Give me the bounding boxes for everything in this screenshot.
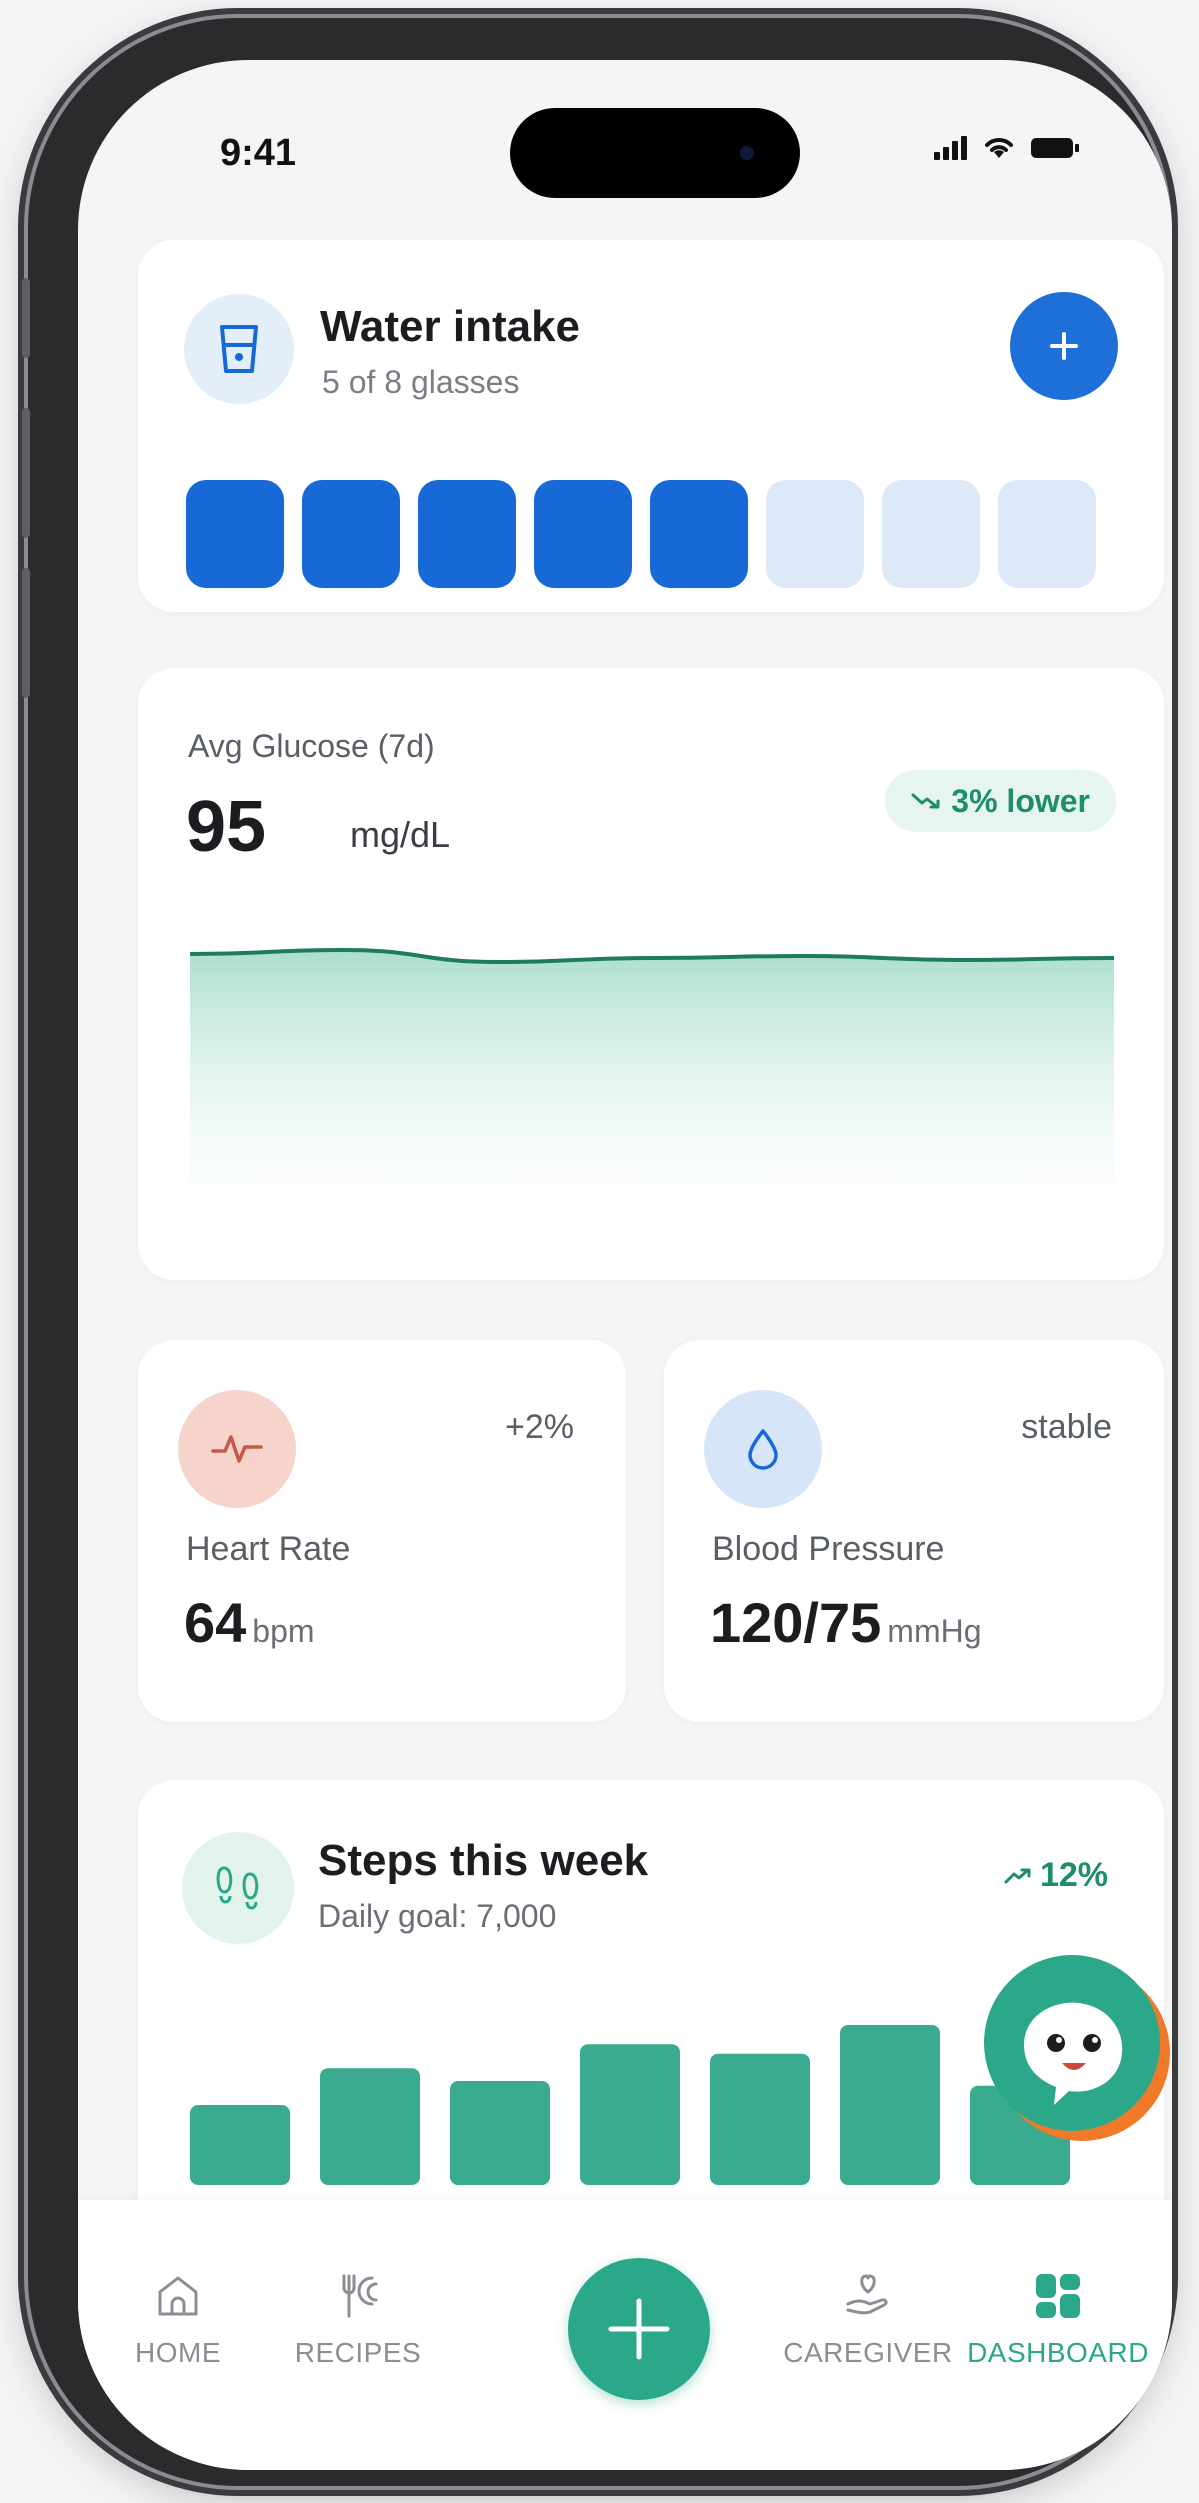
glass-filled[interactable] xyxy=(534,480,632,588)
glass-icon xyxy=(184,294,294,404)
add-entry-button[interactable] xyxy=(568,2258,710,2400)
drop-icon xyxy=(704,1390,822,1508)
screen: 9:41 Water intake 5 of 8 glasses Avg Glu… xyxy=(78,60,1172,2470)
heart-rate-card[interactable]: +2% Heart Rate 64 bpm xyxy=(138,1340,626,1722)
trend-down-icon xyxy=(911,793,940,809)
glasses-tracker xyxy=(186,480,1096,588)
steps-bar-thu xyxy=(580,2044,680,2185)
glass-empty[interactable] xyxy=(998,480,1096,588)
bottom-nav: HOME RECIPES CAREGIVER DASHBOARD xyxy=(78,2200,1172,2470)
blood-pressure-card[interactable]: stable Blood Pressure 120/75 mmHg xyxy=(664,1340,1164,1722)
water-title: Water intake xyxy=(320,302,581,351)
steps-bar-tue xyxy=(320,2068,420,2185)
glucose-label: Avg Glucose (7d) xyxy=(188,728,435,764)
glucose-value: 95 xyxy=(186,787,267,867)
add-water-button[interactable] xyxy=(1010,292,1118,400)
battery-icon xyxy=(1031,138,1079,158)
status-time: 9:41 xyxy=(220,132,297,174)
blood-pressure-label: Blood Pressure xyxy=(712,1530,945,1568)
mute-switch xyxy=(22,278,30,358)
nav-caregiver-label: CAREGIVER xyxy=(783,2337,953,2368)
steps-bar-fri xyxy=(710,2053,810,2185)
glucose-trend-badge: 3% lower xyxy=(885,770,1116,832)
glucose-unit: mg/dL xyxy=(350,814,451,855)
steps-bar-wed xyxy=(450,2081,550,2185)
dynamic-island xyxy=(510,108,800,198)
nav-recipes[interactable]: RECIPES xyxy=(258,2270,458,2369)
mascot-assistant-icon[interactable] xyxy=(984,1955,1172,2145)
nav-home-label: HOME xyxy=(135,2337,221,2368)
heart-rate-label: Heart Rate xyxy=(186,1530,351,1568)
nav-dashboard[interactable]: DASHBOARD xyxy=(958,2270,1158,2369)
glass-filled[interactable] xyxy=(186,480,284,588)
blood-pressure-unit: mmHg xyxy=(887,1613,982,1649)
status-bar: 9:41 xyxy=(78,60,1172,230)
steps-bar-sat xyxy=(840,2025,940,2185)
glucose-area xyxy=(190,950,1114,1248)
wifi-icon xyxy=(985,138,1013,158)
glass-empty[interactable] xyxy=(766,480,864,588)
blood-pressure-change: stable xyxy=(1021,1408,1112,1446)
nav-home[interactable]: HOME xyxy=(78,2270,278,2369)
utensils-icon xyxy=(342,2274,378,2318)
nav-recipes-label: RECIPES xyxy=(294,2337,422,2368)
camera-icon xyxy=(740,146,754,160)
heart-rate-value: 64 xyxy=(184,1591,247,1654)
water-intake-card: Water intake 5 of 8 glasses xyxy=(138,240,1164,612)
plus-icon xyxy=(608,2298,670,2360)
nav-dashboard-label: DASHBOARD xyxy=(967,2337,1149,2368)
volume-up-button xyxy=(22,408,30,538)
glucose-chart xyxy=(190,947,1114,1248)
volume-down-button xyxy=(22,568,30,698)
home-icon xyxy=(158,2276,198,2316)
heart-rate-unit: bpm xyxy=(252,1613,315,1649)
glucose-card: Avg Glucose (7d) 95 mg/dL 3% lower xyxy=(138,668,1164,1280)
heart-rate-value-row: 64 bpm xyxy=(184,1590,315,1655)
blood-pressure-value: 120/75 xyxy=(710,1591,882,1654)
dashboard-icon xyxy=(1036,2274,1080,2318)
plus-icon xyxy=(1050,332,1078,360)
glass-filled[interactable] xyxy=(650,480,748,588)
caregiver-icon xyxy=(846,2274,888,2315)
glass-filled[interactable] xyxy=(418,480,516,588)
blood-pressure-value-row: 120/75 mmHg xyxy=(710,1590,982,1655)
nav-caregiver[interactable]: CAREGIVER xyxy=(768,2270,968,2369)
heart-rate-change: +2% xyxy=(505,1408,574,1446)
phone-frame: 9:41 Water intake 5 of 8 glasses Avg Glu… xyxy=(22,18,1172,2486)
steps-bar-mon xyxy=(190,2105,290,2185)
glass-empty[interactable] xyxy=(882,480,980,588)
signal-icon xyxy=(934,136,967,160)
glass-filled[interactable] xyxy=(302,480,400,588)
status-icons xyxy=(934,134,1080,160)
water-subtitle: 5 of 8 glasses xyxy=(322,364,520,400)
pulse-icon xyxy=(178,1390,296,1508)
glucose-trend-text: 3% lower xyxy=(951,782,1090,819)
